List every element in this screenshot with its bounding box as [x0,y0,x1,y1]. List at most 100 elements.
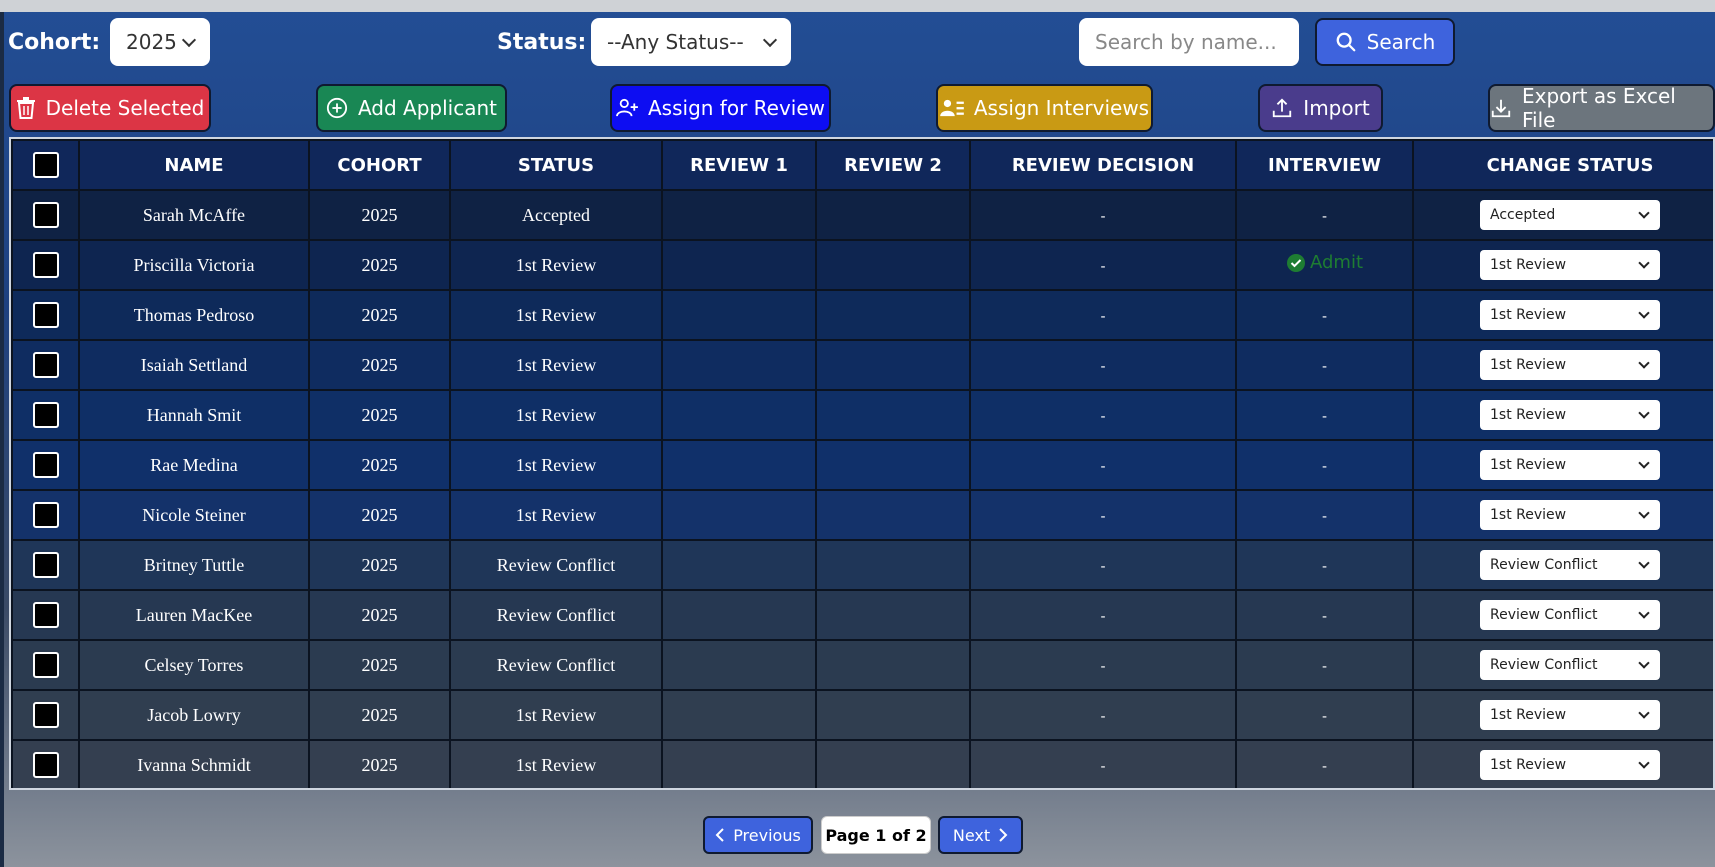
interview-value: - [1321,358,1328,375]
delete-selected-button[interactable]: Delete Selected [9,84,211,132]
change-status-value: 1st Review [1490,407,1567,423]
name-cell: Ivanna Schmidt [78,739,310,788]
review-2-cell [815,189,971,241]
select-all-checkbox[interactable] [32,152,59,178]
cohort-cell: 2025 [308,339,451,391]
download-icon [1491,99,1511,118]
change-status-select[interactable]: Review Conflict [1480,600,1660,630]
change-status-select[interactable]: 1st Review [1480,250,1660,280]
change-status-cell: 1st Review [1412,489,1713,541]
name-cell: Sarah McAffe [78,189,310,241]
name-cell: Rae Medina [78,439,310,491]
header-review-2[interactable]: REVIEW 2 [815,139,971,191]
row-checkbox[interactable] [32,602,59,628]
review-decision-cell: - [969,289,1237,341]
header-change-status: CHANGE STATUS [1412,139,1713,191]
previous-button[interactable]: Previous [703,816,813,854]
header-interview[interactable]: INTERVIEW [1235,139,1414,191]
name-cell: Britney Tuttle [78,539,310,591]
table-row: Jacob Lowry 2025 1st Review - -1st Review [11,689,1713,741]
interview-cell: - [1235,289,1414,341]
status-cell: Review Conflict [449,589,663,641]
row-checkbox[interactable] [32,352,59,378]
review-decision-value: - [1100,658,1106,675]
cohort-select[interactable]: 2025 [110,18,210,66]
search-input[interactable] [1079,18,1299,66]
table-row: Hannah Smit 2025 1st Review - -1st Review [11,389,1713,441]
review-1-cell [661,589,817,641]
review-2-cell [815,239,971,291]
import-button[interactable]: Import [1258,84,1383,132]
change-status-select[interactable]: 1st Review [1480,750,1660,780]
search-button[interactable]: Search [1315,18,1455,66]
next-button[interactable]: Next [938,816,1023,854]
interview-cell: - [1235,389,1414,441]
cohort-label: Cohort: [8,30,101,55]
interview-cell: - [1235,689,1414,741]
row-checkbox[interactable] [32,452,59,478]
table-row: Britney Tuttle 2025 Review Conflict - - Revie… [11,539,1713,591]
name-cell: Priscilla Victoria [78,239,310,291]
change-status-select[interactable]: 1st Review [1480,700,1660,730]
row-checkbox[interactable] [32,202,59,228]
import-label: Import [1303,96,1370,120]
page-indicator: Page 1 of 2 [821,816,931,854]
header-cohort[interactable]: COHORT [308,139,451,191]
change-status-value: 1st Review [1490,307,1567,323]
row-checkbox[interactable] [32,252,59,278]
change-status-select[interactable]: Accepted [1480,200,1660,230]
chevron-left-icon [715,828,724,842]
assign-interviews-button[interactable]: Assign Interviews [936,84,1153,132]
row-checkbox[interactable] [32,702,59,728]
header-review-decision[interactable]: REVIEW DECISION [969,139,1237,191]
status-cell: Accepted [449,189,663,241]
change-status-cell: 1st Review [1412,289,1713,341]
assign-for-review-button[interactable]: Assign for Review [610,84,831,132]
row-checkbox[interactable] [32,752,59,778]
header-review-1[interactable]: REVIEW 1 [661,139,817,191]
change-status-select[interactable]: Review Conflict [1480,550,1660,580]
review-decision-cell: - [969,689,1237,741]
table-row: Lauren MacKee 2025 Review Conflict - - Review… [11,589,1713,641]
review-2-cell [815,639,971,691]
review-decision-cell: - [969,189,1237,241]
export-excel-button[interactable]: Export as Excel File [1488,84,1715,132]
status-cell: 1st Review [449,739,663,788]
name-cell: Isaiah Settland [78,339,310,391]
cohort-cell: 2025 [308,689,451,741]
review-1-cell [661,189,817,241]
cohort-cell: 2025 [308,489,451,541]
change-status-value: 1st Review [1490,757,1567,773]
status-label: Status: [497,30,587,55]
chevron-right-icon [999,828,1008,842]
change-status-value: 1st Review [1490,357,1567,373]
change-status-select[interactable]: 1st Review [1480,350,1660,380]
change-status-cell: Review Conflict [1412,589,1713,641]
assign-interviews-label: Assign Interviews [973,96,1150,120]
header-status[interactable]: STATUS [449,139,663,191]
status-select[interactable]: --Any Status-- [591,18,791,66]
interview-value: - [1321,558,1328,575]
row-checkbox[interactable] [32,552,59,578]
review-1-cell [661,489,817,541]
row-checkbox[interactable] [32,502,59,528]
review-decision-value: - [1100,608,1106,625]
change-status-select[interactable]: 1st Review [1480,400,1660,430]
change-status-select[interactable]: 1st Review [1480,450,1660,480]
add-applicant-button[interactable]: Add Applicant [316,84,507,132]
change-status-select[interactable]: Review Conflict [1480,650,1660,680]
change-status-value: Review Conflict [1490,557,1598,573]
chevron-down-icon [1638,707,1650,719]
status-cell: Review Conflict [449,639,663,691]
row-checkbox[interactable] [32,652,59,678]
status-cell: 1st Review [449,389,663,441]
review-1-cell [661,539,817,591]
row-checkbox[interactable] [32,402,59,428]
status-cell: 1st Review [449,339,663,391]
change-status-select[interactable]: 1st Review [1480,500,1660,530]
upload-icon [1273,98,1292,118]
row-checkbox[interactable] [32,302,59,328]
change-status-select[interactable]: 1st Review [1480,300,1660,330]
user-plus-icon [616,98,638,117]
header-name[interactable]: NAME [78,139,310,191]
